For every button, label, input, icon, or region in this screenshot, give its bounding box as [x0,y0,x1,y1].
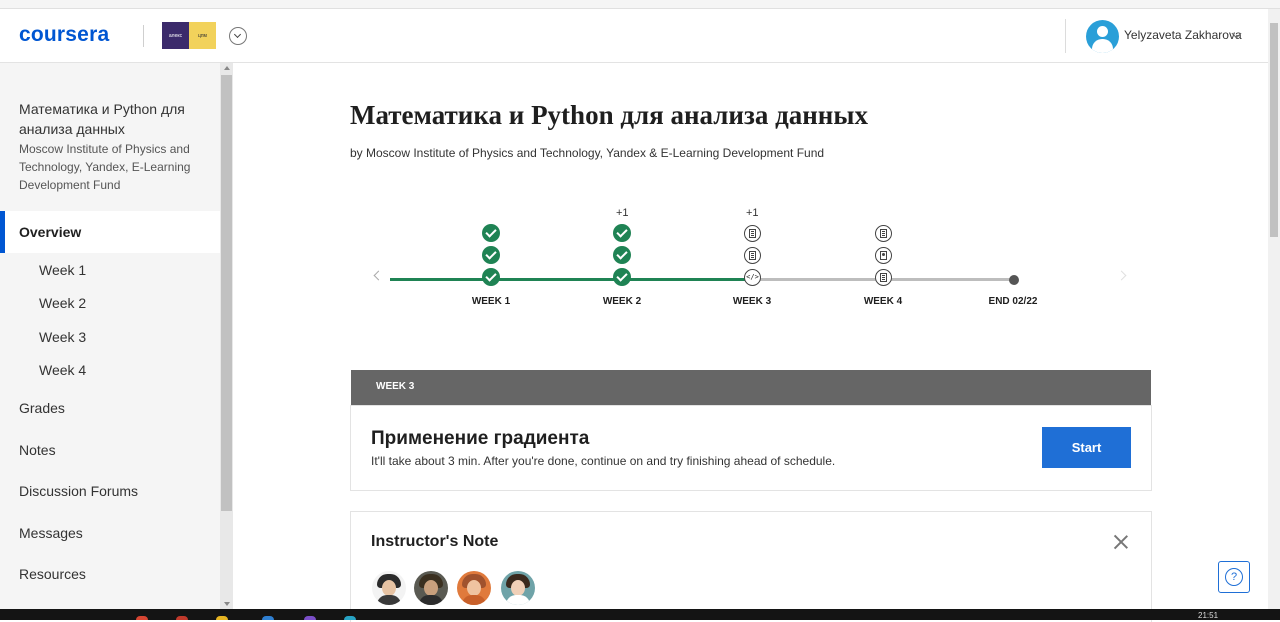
help-button[interactable]: ? [1218,561,1250,593]
close-icon[interactable] [1113,534,1129,550]
active-indicator [0,211,5,253]
timeline-label-week-1[interactable]: WEEK 1 [451,296,531,307]
sidebar-item-discussion-forums[interactable]: Discussion Forums [19,483,138,499]
sidebar: Математика и Python для анализа данных M… [0,63,220,609]
sidebar-item-week-4[interactable]: Week 4 [39,362,86,378]
header-divider-right [1065,19,1066,53]
browser-top-edge [0,0,1280,9]
timeline-end-dot [1009,275,1019,285]
more-items-count: +1 [616,207,629,219]
sidebar-item-label: Overview [19,224,82,240]
avatar-body [1092,39,1113,53]
sidebar-course-title[interactable]: Математика и Python для анализа данных [19,99,209,139]
sidebar-item-overview[interactable]: Overview [0,211,220,253]
reading-icon[interactable] [875,269,892,286]
sidebar-item-week-2[interactable]: Week 2 [39,295,86,311]
user-name[interactable]: Yelyzaveta Zakharova [1124,28,1242,42]
completed-check-icon[interactable] [613,224,631,242]
code-icon[interactable]: </> [744,269,761,286]
help-icon: ? [1225,568,1243,586]
course-byline: by Moscow Institute of Physics and Techn… [350,146,825,160]
instructor-note-title: Instructor's Note [371,533,499,550]
week-card-header: WEEK 3 [351,370,1151,405]
page-scrollbar-thumb[interactable] [1270,23,1278,237]
partner-logo-right: цпм [189,22,216,49]
chevron-down-icon[interactable] [229,27,247,45]
instructor-avatar[interactable] [372,571,406,605]
instructor-avatar[interactable] [457,571,491,605]
scroll-down-icon[interactable] [224,602,230,606]
folder-icon[interactable] [216,616,228,620]
header-divider [143,25,144,47]
week-card-header-label: WEEK 3 [376,381,415,392]
sidebar-course-partner: Moscow Institute of Physics and Technolo… [19,142,191,192]
avatar-torso [377,595,401,605]
reading-icon[interactable] [744,225,761,242]
page-scrollbar[interactable] [1268,9,1280,609]
os-taskbar [0,609,1280,620]
sidebar-scrollbar-thumb[interactable] [221,75,232,511]
app-icon[interactable] [176,616,188,620]
avatar-face [424,580,438,596]
completed-check-icon[interactable] [482,246,500,264]
sidebar-item-messages[interactable]: Messages [19,525,83,541]
timeline-label-week-3[interactable]: WEEK 3 [712,296,792,307]
partner-logo[interactable]: алекс цпм [162,22,216,49]
instructor-avatar[interactable] [414,571,448,605]
sidebar-item-resources[interactable]: Resources [19,566,86,582]
taskbar-clock[interactable]: 21:51 [1198,611,1218,620]
timeline-prev-icon[interactable] [373,270,384,281]
avatar-torso [506,595,530,605]
start-button[interactable]: Start [1042,427,1131,468]
peer-review-icon[interactable] [875,247,892,264]
partner-logo-left: алекс [162,22,189,49]
user-avatar[interactable] [1086,20,1119,53]
avatar-torso [419,595,443,605]
sidebar-scrollbar[interactable] [220,63,233,609]
avatar-face [511,580,525,596]
scroll-up-icon[interactable] [224,66,230,70]
completed-check-icon[interactable] [482,224,500,242]
completed-check-icon[interactable] [613,268,631,286]
sidebar-item-week-3[interactable]: Week 3 [39,329,86,345]
chrome-icon[interactable] [136,616,148,620]
timeline-label-end: END 02/22 [988,296,1038,307]
timeline-next-icon[interactable] [1116,270,1127,281]
timeline-progress-line [390,278,752,281]
sidebar-item-week-1[interactable]: Week 1 [39,262,86,278]
app-icon[interactable] [262,616,274,620]
avatar-face [467,580,481,596]
reading-icon[interactable] [875,225,892,242]
top-header: coursera алекс цпм Yelyzaveta Zakharova [0,9,1268,63]
avatar-face [382,580,396,596]
sidebar-item-grades[interactable]: Grades [19,400,65,416]
completed-check-icon[interactable] [482,268,500,286]
sidebar-item-notes[interactable]: Notes [19,442,56,458]
reading-icon[interactable] [744,247,761,264]
timeline-label-week-4[interactable]: WEEK 4 [843,296,923,307]
completed-check-icon[interactable] [613,246,631,264]
avatar-head [1097,26,1108,37]
instructor-avatar[interactable] [501,571,535,605]
coursera-logo[interactable]: coursera [19,23,109,47]
page-title: Математика и Python для анализа данных [350,100,868,130]
more-items-count: +1 [746,207,759,219]
avatar-torso [462,595,486,605]
instructor-note-card: Instructor's Note [350,511,1152,622]
app-icon[interactable] [304,616,316,620]
app-icon[interactable] [344,616,356,620]
next-item-subtitle: It'll take about 3 min. After you're don… [371,454,836,468]
timeline-label-week-2[interactable]: WEEK 2 [582,296,662,307]
next-item-card: Применение градиента It'll take about 3 … [350,405,1152,491]
next-item-title: Применение градиента [371,428,590,449]
